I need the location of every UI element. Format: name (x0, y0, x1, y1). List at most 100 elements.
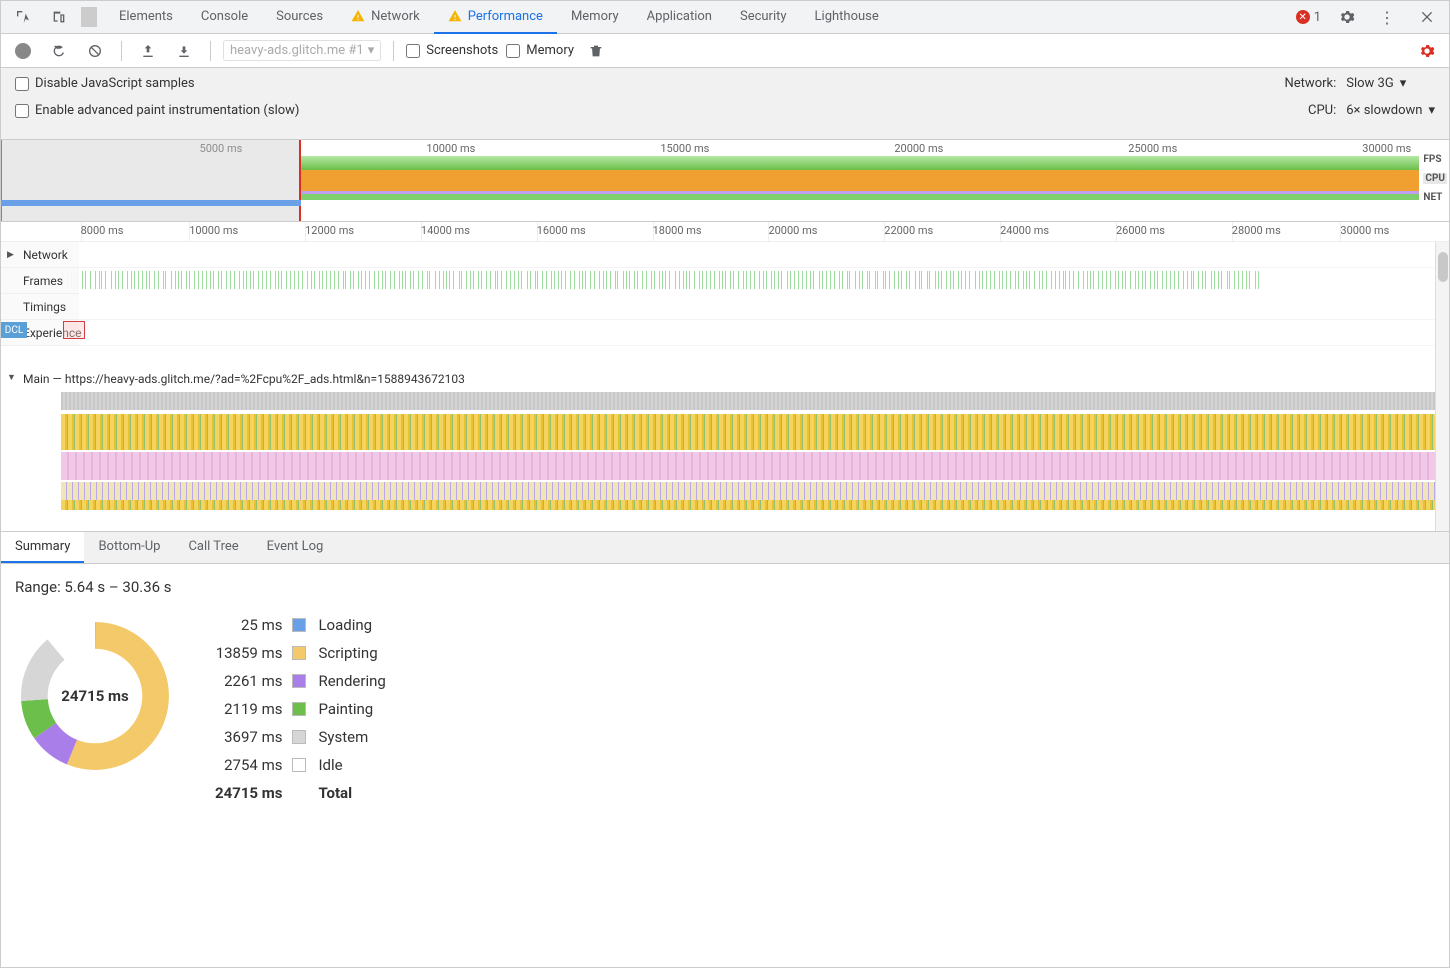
legend-swatch (292, 758, 306, 772)
timings-track[interactable] (1, 294, 1435, 320)
device-toggle-icon[interactable] (45, 5, 73, 29)
tab-console[interactable]: Console (187, 1, 262, 34)
tab-elements[interactable]: Elements (105, 1, 187, 34)
capture-options: Disable JavaScript samples Enable advanc… (1, 68, 1449, 140)
net-label: NET (1423, 192, 1447, 203)
summary-tabs: SummaryBottom-UpCall TreeEvent Log (1, 532, 1449, 564)
network-track[interactable] (1, 242, 1435, 268)
legend-label: Idle (318, 756, 385, 774)
ruler-tick: 8000 ms (81, 224, 124, 237)
tab-application[interactable]: Application (633, 1, 726, 34)
vertical-scrollbar[interactable] (1435, 242, 1449, 531)
network-throttle-select[interactable]: Slow 3G▾ (1346, 76, 1406, 91)
donut-center-value: 24715 ms (15, 616, 175, 776)
legend-ms: 2754 ms (215, 756, 282, 774)
chevron-down-icon: ▾ (1428, 103, 1435, 118)
network-label: Network: (1270, 76, 1336, 91)
tab-performance[interactable]: Performance (434, 1, 557, 34)
devtools-topbar: ElementsConsoleSourcesNetworkPerformance… (1, 1, 1449, 34)
legend-label: Scripting (318, 644, 385, 662)
net-band (1, 200, 301, 206)
tab-security[interactable]: Security (726, 1, 801, 34)
reload-button[interactable] (45, 39, 73, 63)
cpu-band (301, 170, 1419, 200)
error-count-badge[interactable]: ✕ 1 (1296, 10, 1321, 25)
timing-event-marker[interactable] (63, 321, 85, 339)
main-track-label[interactable]: Main — https://heavy-ads.glitch.me/?ad=%… (1, 372, 465, 386)
legend-swatch (292, 730, 306, 744)
memory-checkbox[interactable]: Memory (506, 43, 574, 58)
legend-swatch (292, 618, 306, 632)
bottom-tab-bottom-up[interactable]: Bottom-Up (84, 532, 174, 563)
ruler-tick: 24000 ms (1000, 224, 1049, 237)
legend-label: Painting (318, 700, 385, 718)
profile-label: heavy-ads.glitch.me #1 (230, 43, 364, 58)
perf-toolbar: heavy-ads.glitch.me #1 ▾ Screenshots Mem… (1, 34, 1449, 68)
overview-tick: 25000 ms (1128, 142, 1177, 155)
bottom-tab-call-tree[interactable]: Call Tree (174, 532, 252, 563)
legend-label: System (318, 728, 385, 746)
scroll-thumb[interactable] (1438, 252, 1448, 282)
ruler-tick: 30000 ms (1340, 224, 1389, 237)
disable-js-checkbox[interactable]: Disable JavaScript samples (15, 76, 299, 91)
legend-swatch (292, 646, 306, 660)
main-thread-flame[interactable] (1, 374, 1435, 514)
track-label-frames[interactable]: Frames (1, 268, 79, 294)
more-icon[interactable]: ⋮ (1373, 5, 1401, 29)
upload-icon[interactable] (134, 39, 162, 63)
fps-label: FPS (1423, 154, 1447, 165)
ruler-tick: 12000 ms (305, 224, 354, 237)
devtools-tabs: ElementsConsoleSourcesNetworkPerformance… (105, 1, 893, 34)
trash-icon[interactable] (582, 39, 610, 63)
overview-tick: 20000 ms (894, 142, 943, 155)
clear-button[interactable] (81, 39, 109, 63)
cpu-throttle-select[interactable]: 6× slowdown▾ (1346, 103, 1435, 118)
cpu-label: CPU: (1270, 103, 1336, 118)
ruler-tick: 18000 ms (653, 224, 702, 237)
legend-label: Loading (318, 616, 385, 634)
legend-ms: 2261 ms (215, 672, 282, 690)
tab-lighthouse[interactable]: Lighthouse (801, 1, 893, 34)
download-icon[interactable] (170, 39, 198, 63)
tab-memory[interactable]: Memory (557, 1, 633, 34)
fps-band (301, 156, 1419, 170)
tab-network[interactable]: Network (337, 1, 434, 34)
track-label-timings[interactable]: Timings (1, 294, 79, 320)
legend-swatch (292, 674, 306, 688)
overview-tick: 10000 ms (426, 142, 475, 155)
error-count: 1 (1314, 10, 1321, 25)
track-label-network[interactable]: Network (1, 242, 79, 268)
cpu-label-ov: CPU (1423, 173, 1447, 184)
screenshots-checkbox[interactable]: Screenshots (406, 43, 498, 58)
ruler-tick: 26000 ms (1116, 224, 1165, 237)
tab-sources[interactable]: Sources (262, 1, 337, 34)
close-icon[interactable] (1413, 5, 1441, 29)
settings-gear-icon[interactable] (1413, 39, 1441, 63)
overview-selection-handle[interactable] (1, 140, 301, 221)
frames-track[interactable] (1, 268, 1435, 294)
gear-icon[interactable] (1333, 5, 1361, 29)
legend-swatch (292, 702, 306, 716)
profile-select[interactable]: heavy-ads.glitch.me #1 ▾ (223, 40, 381, 61)
ruler-tick: 22000 ms (884, 224, 933, 237)
ruler-tick: 14000 ms (421, 224, 470, 237)
summary-panel: Range: 5.64 s – 30.36 s 24715 ms 25 msLo… (1, 564, 1449, 816)
overview-tick: 30000 ms (1362, 142, 1411, 155)
summary-donut-chart: 24715 ms (15, 616, 175, 776)
bottom-tab-summary[interactable]: Summary (1, 532, 84, 563)
range-text: Range: 5.64 s – 30.36 s (15, 578, 1435, 596)
ruler-tick: 16000 ms (537, 224, 586, 237)
enable-paint-checkbox[interactable]: Enable advanced paint instrumentation (s… (15, 103, 299, 118)
dcl-marker[interactable]: DCL (1, 322, 27, 338)
bottom-tab-event-log[interactable]: Event Log (253, 532, 338, 563)
timeline-ruler[interactable]: 8000 ms 10000 ms 12000 ms 14000 ms 16000 ms 1… (1, 222, 1449, 242)
error-icon: ✕ (1296, 10, 1310, 24)
chevron-down-icon: ▾ (1400, 76, 1407, 91)
record-button[interactable] (9, 39, 37, 63)
overview-tick: 15000 ms (660, 142, 709, 155)
timeline-overview[interactable]: 5000 ms10000 ms15000 ms20000 ms25000 ms3… (1, 140, 1449, 222)
timeline-tracks[interactable]: DCL NetworkFramesTimingsExperience Main … (1, 242, 1449, 532)
experience-track[interactable] (1, 320, 1435, 346)
inspect-icon[interactable] (9, 5, 37, 29)
ruler-tick: 10000 ms (189, 224, 238, 237)
